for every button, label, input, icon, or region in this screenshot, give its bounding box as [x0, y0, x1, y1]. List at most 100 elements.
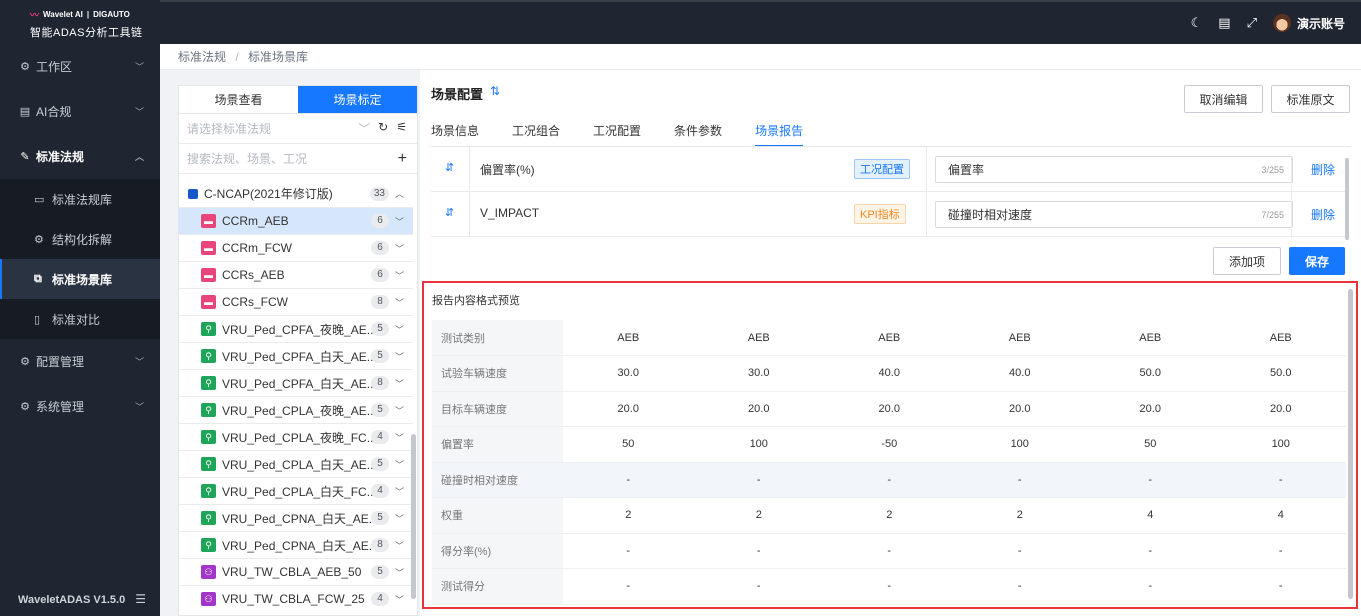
menu-collapse-icon[interactable]: ☰ — [135, 592, 146, 606]
display-name-input[interactable]: 碰撞时相对速度 7/255 — [935, 201, 1293, 228]
add-item-button[interactable]: 添加项 — [1213, 247, 1281, 275]
count-badge: 5 — [371, 322, 389, 336]
pedestrian-icon: ⚲ — [201, 484, 216, 498]
sidebar-item-standards[interactable]: ✎ 标准法规 ︿ — [0, 134, 160, 179]
char-count: 3/255 — [1261, 164, 1284, 175]
tree-scrollbar[interactable] — [411, 434, 416, 599]
table-cell: 20.0 — [1085, 391, 1216, 427]
sidebar-subitem-structured[interactable]: ⚙ 结构化拆解 — [0, 219, 160, 259]
save-button[interactable]: 保存 — [1289, 247, 1345, 275]
tab-scene-report[interactable]: 场景报告 — [755, 122, 804, 147]
delete-link[interactable]: 删除 — [1311, 206, 1335, 223]
table-cell: 50 — [1085, 426, 1216, 463]
tab-condition-params[interactable]: 条件参数 — [674, 122, 722, 147]
logo-subtitle: 智能ADAS分析工具链 — [30, 27, 143, 39]
document-icon[interactable]: ▤ — [1218, 15, 1230, 31]
gear-icon: ⚙ — [20, 401, 30, 413]
drag-handle-icon[interactable]: ⇵ — [445, 161, 454, 174]
table-cell: - — [824, 568, 955, 605]
sidebar-item-config[interactable]: ⚙ 配置管理 ﹀ — [0, 339, 160, 384]
sidebar: 〰 Wavelet AI | DIGAUTO 智能ADAS分析工具链 ⚙ 工作区… — [0, 0, 160, 616]
tree-item-label: VRU_Ped_CPFA_白天_AE... — [222, 376, 377, 391]
folder-icon — [188, 188, 198, 199]
tree-item[interactable]: ⚲ VRU_Ped_CPLA_白天_AE... 5 ﹀ — [179, 450, 413, 477]
tree-root-cncap[interactable]: C-NCAP(2021年修订版) 33 ︿ — [179, 180, 413, 207]
preview-scrollbar[interactable] — [1348, 289, 1353, 599]
add-icon[interactable]: + — [398, 150, 407, 168]
row-label: 得分率(%) — [432, 533, 563, 569]
tree-item-label: VRU_Ped_CPLA_夜晚_FC... — [222, 430, 377, 445]
logo-text-digauto: DIGAUTO — [93, 10, 130, 19]
tab-scene-calibration[interactable]: 场景标定 — [298, 86, 417, 114]
pedestrian-icon: ⚲ — [201, 538, 216, 552]
tree-item[interactable]: ⚲ VRU_Ped_CPFA_白天_AE... 5 ﹀ — [179, 342, 413, 369]
sidebar-subitem-compare[interactable]: ▯ 标准对比 — [0, 299, 160, 339]
display-name-input[interactable]: 偏置率 3/255 — [935, 156, 1293, 183]
tree-item[interactable]: ⚲ VRU_Ped_CPLA_夜晚_FC... 4 ﹀ — [179, 423, 413, 450]
tree-item[interactable]: ⚲ VRU_Ped_CPFA_白天_AE... 8 ﹀ — [179, 369, 413, 396]
delete-link[interactable]: 删除 — [1311, 161, 1335, 178]
search-input[interactable]: 搜索法规、场景、工况 + — [179, 144, 417, 174]
moon-icon[interactable]: ☾ — [1191, 15, 1203, 31]
tree-item[interactable]: ▬ CCRs_FCW 8 ﹀ — [179, 288, 413, 315]
tab-condition-combo[interactable]: 工况组合 — [512, 122, 560, 147]
count-badge: 8 — [371, 538, 389, 552]
standard-select[interactable]: 请选择标准法规 ﹀ ↻ ⚟ — [179, 114, 417, 144]
sidebar-item-system[interactable]: ⚙ 系统管理 ﹀ — [0, 384, 160, 429]
tab-scene-view[interactable]: 场景查看 — [179, 86, 298, 114]
account-menu[interactable]: 演示账号 — [1272, 14, 1345, 32]
tree-item-label: VRU_Ped_CPLA_夜晚_AE... — [222, 403, 377, 418]
sidebar-subitem-scene-library[interactable]: ⧉ 标准场景库 — [0, 259, 160, 299]
tree-item[interactable]: ⚲ VRU_Ped_CPLA_夜晚_AE... 5 ﹀ — [179, 396, 413, 423]
refresh-icon[interactable]: ↻ — [378, 120, 388, 137]
table-cell: 2 — [563, 497, 694, 534]
row-label: 偏置率 — [432, 426, 563, 463]
original-text-button[interactable]: 标准原文 — [1271, 85, 1350, 113]
sidebar-subitem-standards-library[interactable]: ▭ 标准法规库 — [0, 179, 160, 219]
tree-item[interactable]: ⚲ VRU_Ped_CPFA_夜晚_AE... 5 ﹀ — [179, 315, 413, 342]
chevron-down-icon: ﹀ — [394, 378, 404, 389]
filter-icon[interactable]: ⚟ — [396, 120, 407, 137]
tree-item-label: VRU_TW_CBLA_AEB_50 — [222, 565, 362, 579]
row-label: 权重 — [432, 497, 563, 534]
standard-select-placeholder: 请选择标准法规 — [187, 122, 272, 136]
pedestrian-icon: ⚲ — [201, 403, 216, 417]
tree-item[interactable]: ▬ CCRs_AEB 6 ﹀ — [179, 261, 413, 288]
breadcrumb-item-standards[interactable]: 标准法规 — [178, 50, 226, 64]
fullscreen-icon[interactable]: ⤢ — [1247, 15, 1257, 31]
table-row: 权重 2 2 2 2 4 4 — [432, 497, 1346, 534]
sync-icon[interactable]: ⇅ — [490, 84, 500, 98]
rows-scrollbar[interactable] — [1345, 158, 1349, 240]
sidebar-item-workspace[interactable]: ⚙ 工作区 ﹀ — [0, 44, 160, 89]
cancel-edit-button[interactable]: 取消编辑 — [1184, 85, 1263, 113]
tree-item[interactable]: ⚇ VRU_TW_CBLA_AEB_50 5 ﹀ — [179, 558, 413, 585]
car-icon: ▬ — [201, 268, 216, 282]
table-row: 试验车辆速度 30.0 30.0 40.0 40.0 50.0 50.0 — [432, 355, 1346, 392]
search-placeholder: 搜索法规、场景、工况 — [187, 152, 308, 166]
tree-item[interactable]: ▬ CCRm_FCW 6 ﹀ — [179, 234, 413, 261]
chevron-down-icon: ﹀ — [394, 297, 404, 308]
breadcrumb: 标准法规 / 标准场景库 — [160, 44, 1361, 70]
table-row: 测试得分 - - - - - - — [432, 568, 1346, 605]
copy-icon: ⧉ — [34, 272, 42, 285]
tree-item[interactable]: ⚲ VRU_Ped_CPNA_白天_AE... 8 ﹀ — [179, 531, 413, 558]
tree-item[interactable]: ▬ CCRm_AEB 6 ﹀ — [179, 207, 413, 234]
tab-scene-info[interactable]: 场景信息 — [431, 122, 479, 147]
table-cell: - — [1085, 533, 1216, 569]
sidebar-subitem-label: 标准场景库 — [52, 272, 113, 287]
logo-divider: | — [86, 10, 90, 19]
tree-item[interactable]: ⚲ VRU_Ped_CPNA_白天_AE... 5 ﹀ — [179, 504, 413, 531]
tree-item[interactable]: ⚇ VRU_TW_CBLA_FCW_25 4 ﹀ — [179, 585, 413, 612]
table-row: 测试类别 AEB AEB AEB AEB AEB AEB — [432, 320, 1346, 356]
document-icon: ▤ — [19, 106, 31, 118]
tree-item-label: CCRs_AEB — [222, 268, 285, 282]
compare-icon: ▯ — [34, 313, 41, 326]
tab-condition-config[interactable]: 工况配置 — [593, 122, 641, 147]
logo-text-wavelet: Wavelet AI — [43, 10, 83, 19]
drag-handle-icon[interactable]: ⇵ — [445, 206, 454, 219]
sidebar-item-ai-compliance[interactable]: ▤ AI合规 ﹀ — [0, 89, 160, 134]
tree-item[interactable]: ⚲ VRU_Ped_CPLA_白天_FC... 4 ﹀ — [179, 477, 413, 504]
table-row: 目标车辆速度 20.0 20.0 20.0 20.0 20.0 20.0 — [432, 391, 1346, 427]
breadcrumb-item-scene-library: 标准场景库 — [248, 50, 309, 64]
pedestrian-icon: ⚲ — [201, 376, 216, 390]
